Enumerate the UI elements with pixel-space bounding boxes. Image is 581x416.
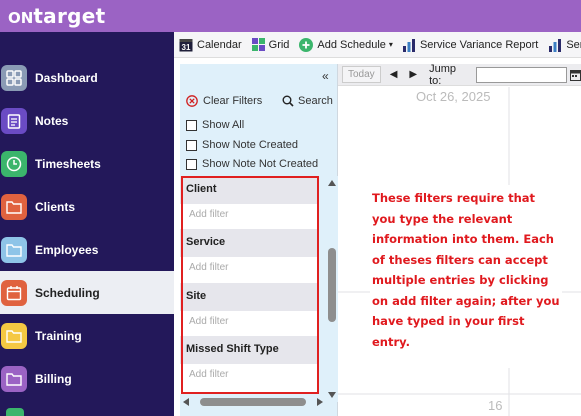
missed-shift-type-filter-input[interactable]: Add filter	[183, 366, 315, 384]
calendar-date-header: Oct 26, 2025	[416, 89, 491, 104]
service-filter-input[interactable]: Add filter	[183, 259, 315, 277]
client-filter-header[interactable]: Client	[180, 176, 317, 204]
service-filter-header[interactable]: Service	[180, 229, 317, 257]
grid-icon	[251, 38, 265, 51]
notepad-icon	[1, 107, 27, 134]
calendar-icon-text: 31	[182, 43, 191, 52]
date-picker-icon[interactable]	[570, 69, 581, 81]
show-all-checkbox[interactable]: Show All	[186, 119, 244, 131]
show-note-not-created-label: Show Note Not Created	[202, 158, 319, 170]
checkbox-icon	[186, 139, 197, 151]
scheduling-toolbar: 31 Calendar Grid Add Schedule ▾ Service …	[174, 32, 581, 58]
truncated-label: Serv	[566, 38, 581, 51]
checkbox-icon	[186, 158, 197, 170]
sidebar-item-label: Timesheets	[35, 156, 101, 171]
service-variance-report-label: Service Variance Report	[419, 38, 539, 51]
grid-view-button[interactable]: Grid	[251, 38, 290, 51]
sidebar-item-training[interactable]: Training	[0, 314, 174, 357]
sidebar-item-label: Employees	[35, 242, 99, 257]
today-button[interactable]: Today	[342, 66, 381, 83]
sidebar-item-scheduling[interactable]: Scheduling	[0, 271, 174, 314]
folder-icon	[1, 193, 27, 220]
folder-icon	[1, 365, 27, 392]
sidebar-nav: Dashboard Notes Timesheets Clients Emplo…	[0, 32, 174, 416]
filter-vertical-scrollbar[interactable]	[326, 176, 338, 402]
logo-target-text: target	[33, 4, 106, 28]
plus-circle-icon	[299, 37, 314, 52]
sidebar-item-label: Scheduling	[35, 285, 100, 300]
show-note-created-checkbox[interactable]: Show Note Created	[186, 139, 298, 151]
sidebar-item-timesheets[interactable]: Timesheets	[0, 142, 174, 185]
show-all-label: Show All	[202, 119, 245, 131]
clear-filters-label: Clear Filters	[203, 95, 263, 107]
chevron-down-icon: ▾	[388, 40, 393, 49]
site-filter-header[interactable]: Site	[180, 283, 317, 311]
search-label: Search	[298, 95, 333, 107]
sidebar-item-employees[interactable]: Employees	[0, 228, 174, 271]
show-note-not-created-checkbox[interactable]: Show Note Not Created	[186, 158, 318, 170]
sidebar-item-label: Notes	[35, 113, 69, 128]
folder-icon	[1, 236, 27, 263]
calendar-label: Calendar	[197, 38, 242, 51]
bar-chart-icon	[548, 38, 562, 52]
sidebar-item-notes[interactable]: Notes	[0, 99, 174, 142]
folder-icon	[1, 322, 27, 349]
filter-horizontal-scrollbar[interactable]	[180, 395, 326, 408]
clear-filters-button[interactable]: Clear Filters	[186, 95, 262, 107]
clock-icon	[1, 150, 27, 177]
grid-icon	[1, 64, 27, 91]
filter-sections: Client Add filter Service Add filter Sit…	[180, 176, 317, 394]
jump-to-date-input[interactable]	[475, 66, 567, 83]
add-schedule-button[interactable]: Add Schedule ▾	[299, 37, 393, 52]
calendar-day-number: 16	[488, 398, 503, 413]
client-filter-input[interactable]: Add filter	[183, 206, 315, 224]
sidebar-item-billing[interactable]: Billing	[0, 357, 174, 400]
sidebar-item-dashboard[interactable]: Dashboard	[0, 56, 174, 99]
sidebar-item-clients[interactable]: Clients	[0, 185, 174, 228]
sidebar-item-label: Billing	[35, 371, 72, 386]
jump-to-label: Jump to:	[429, 62, 456, 87]
calendar-header: Today ◀ ▶ Jump to:	[338, 62, 581, 87]
collapse-panel-icon[interactable]: «	[322, 69, 329, 83]
top-bar: ONtarget	[0, 0, 581, 32]
bar-chart-icon	[402, 38, 416, 52]
calendar-icon	[1, 279, 27, 306]
show-note-created-label: Show Note Created	[202, 139, 298, 151]
prev-arrow-icon[interactable]: ◀	[390, 69, 398, 80]
sidebar-item-label: Training	[35, 328, 82, 343]
sidebar-item-label: Clients	[35, 199, 76, 214]
calendar-view-button[interactable]: 31 Calendar	[179, 38, 242, 52]
service-variance-report-button[interactable]: Service Variance Report	[402, 38, 538, 52]
logo-on-text: ON	[8, 9, 34, 27]
truncated-toolbar-button[interactable]: Serv	[548, 38, 581, 52]
missed-shift-type-filter-header[interactable]: Missed Shift Type	[180, 336, 317, 364]
sidebar-item-label: Dashboard	[35, 70, 98, 85]
grid-label: Grid	[268, 38, 290, 51]
next-arrow-icon[interactable]: ▶	[409, 69, 417, 80]
search-icon	[282, 95, 294, 107]
calendar-icon: 31	[179, 38, 193, 52]
app-logo[interactable]: ONtarget	[8, 4, 105, 28]
annotation-callout: These filters require that you type the …	[370, 185, 562, 368]
search-button[interactable]: Search	[282, 95, 333, 107]
checkbox-icon	[186, 119, 197, 131]
clear-circle-icon	[186, 95, 198, 107]
site-filter-input[interactable]: Add filter	[183, 313, 315, 331]
sidebar-partial-icon	[6, 408, 24, 416]
add-schedule-label: Add Schedule	[317, 38, 386, 51]
